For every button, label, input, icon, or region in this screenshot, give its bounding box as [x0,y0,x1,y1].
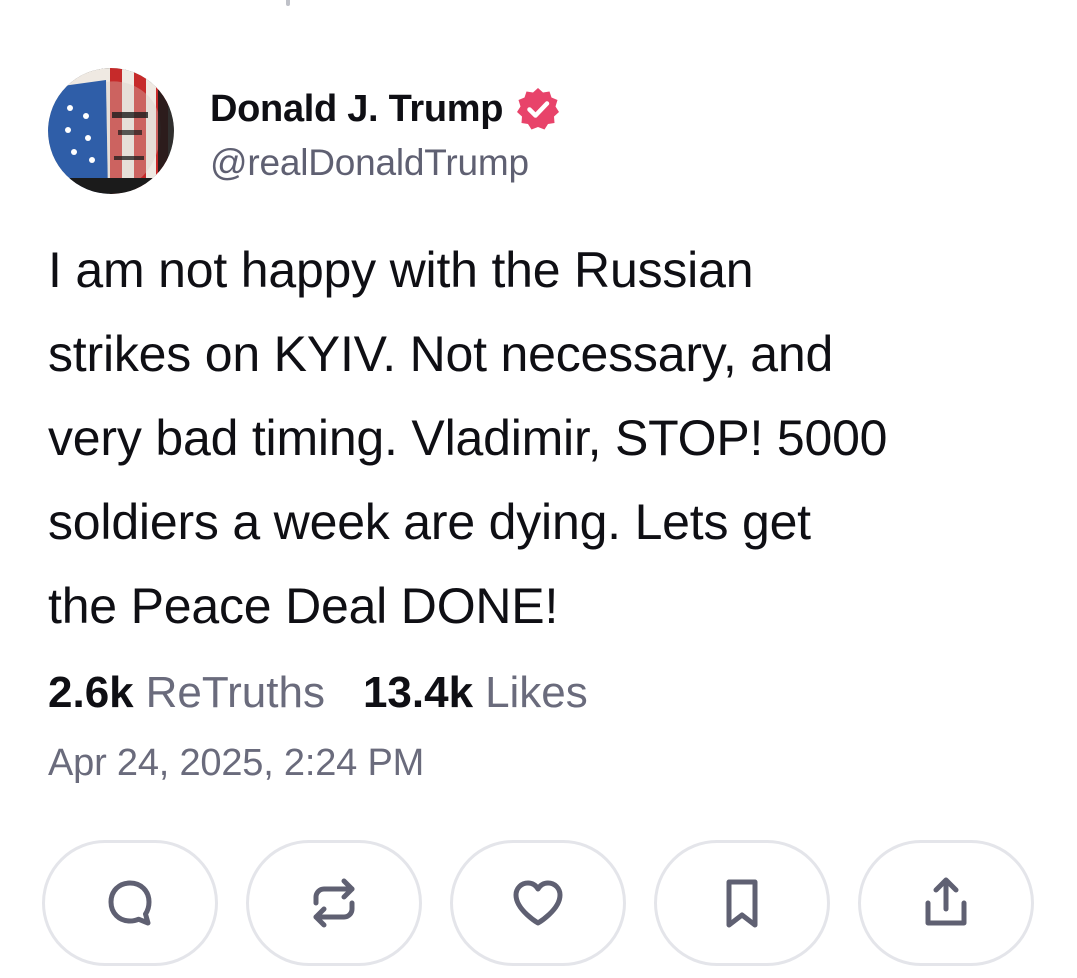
retruth-button[interactable] [246,840,422,966]
post-header: Donald J. Trump @realDonaldTrump [48,68,561,194]
name-row: Donald J. Trump [210,78,561,140]
post-text-line: strikes on KYIV. Not necessary, and [48,326,834,382]
likes-label: Likes [485,668,588,717]
reply-button[interactable] [42,840,218,966]
avatar[interactable] [48,68,174,194]
post-text-line: very bad timing. Vladimir, STOP! 5000 [48,410,888,466]
retruths-label: ReTruths [145,668,325,717]
like-button[interactable] [450,840,626,966]
share-button[interactable] [858,840,1034,966]
scroll-edge-marker [286,0,290,6]
heart-icon [513,880,563,926]
share-icon [925,877,967,926]
post-timestamp: Apr 24, 2025, 2:24 PM [48,742,425,784]
verified-badge-icon [515,86,561,132]
bookmark-button[interactable] [654,840,830,966]
likes-stat[interactable]: 13.4k Likes [363,668,588,718]
retruths-stat[interactable]: 2.6k ReTruths [48,668,325,718]
post-body: I am not happy with the Russian strikes … [48,228,1048,648]
user-handle[interactable]: @realDonaldTrump [210,142,561,184]
bookmark-icon [726,879,758,928]
post-text-line: soldiers a week are dying. Lets get [48,494,811,550]
display-name[interactable]: Donald J. Trump [210,88,504,131]
avatar-flag-portrait-icon [48,68,174,194]
retruths-count: 2.6k [48,668,134,717]
post-text-line: I am not happy with the Russian [48,242,754,298]
post-stats: 2.6k ReTruths 13.4k Likes [48,668,626,718]
action-bar [42,840,1034,966]
likes-count: 13.4k [362,668,474,717]
author-identity: Donald J. Trump @realDonaldTrump [210,78,561,184]
repost-arrows-icon [313,878,355,928]
comment-bubble-icon [108,880,152,926]
post-text-line: the Peace Deal DONE! [48,578,559,634]
